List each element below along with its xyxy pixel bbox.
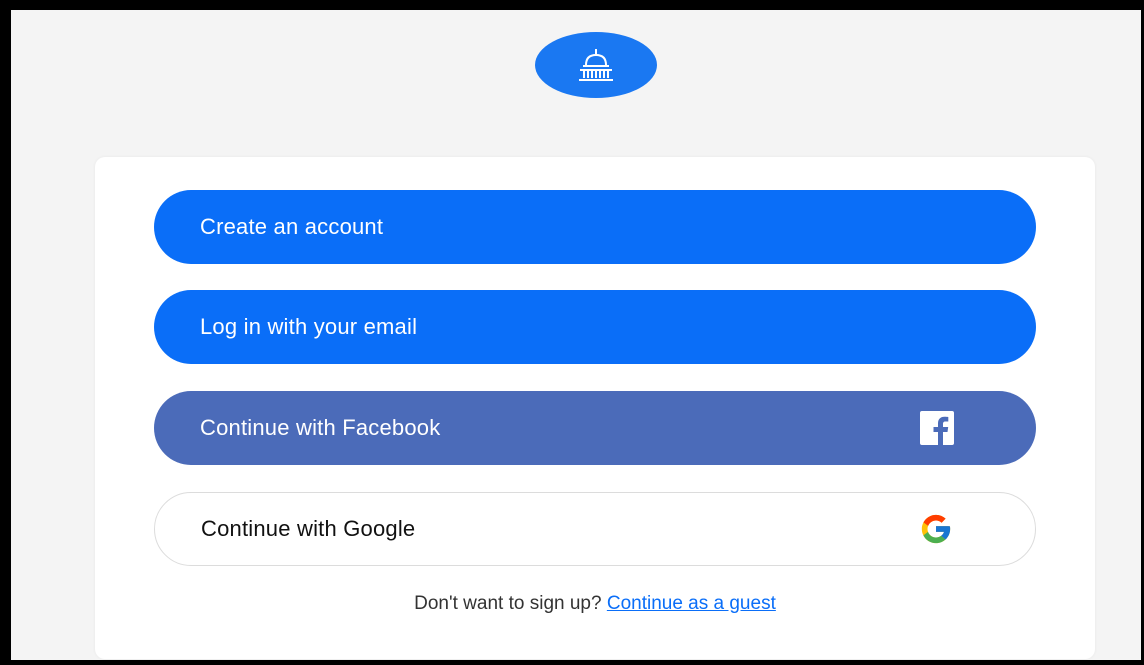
app-logo xyxy=(535,32,657,98)
capitol-dome-icon xyxy=(579,49,613,81)
create-account-label: Create an account xyxy=(200,214,384,239)
app-frame: Create an account Log in with your email… xyxy=(11,10,1141,660)
guest-prompt: Don't want to sign up? Continue as a gue… xyxy=(95,593,1095,615)
guest-prompt-text: Don't want to sign up? xyxy=(414,593,607,614)
facebook-icon xyxy=(920,411,954,445)
create-account-button[interactable]: Create an account xyxy=(154,190,1036,264)
signup-card: Create an account Log in with your email… xyxy=(95,157,1095,659)
continue-as-guest-link[interactable]: Continue as a guest xyxy=(607,593,776,614)
facebook-button[interactable]: Continue with Facebook xyxy=(154,391,1036,465)
login-email-button[interactable]: Log in with your email xyxy=(154,290,1036,364)
facebook-label: Continue with Facebook xyxy=(200,415,441,440)
login-email-label: Log in with your email xyxy=(200,314,418,339)
google-button[interactable]: Continue with Google xyxy=(154,492,1036,566)
google-label: Continue with Google xyxy=(201,516,416,541)
google-icon xyxy=(919,512,953,546)
